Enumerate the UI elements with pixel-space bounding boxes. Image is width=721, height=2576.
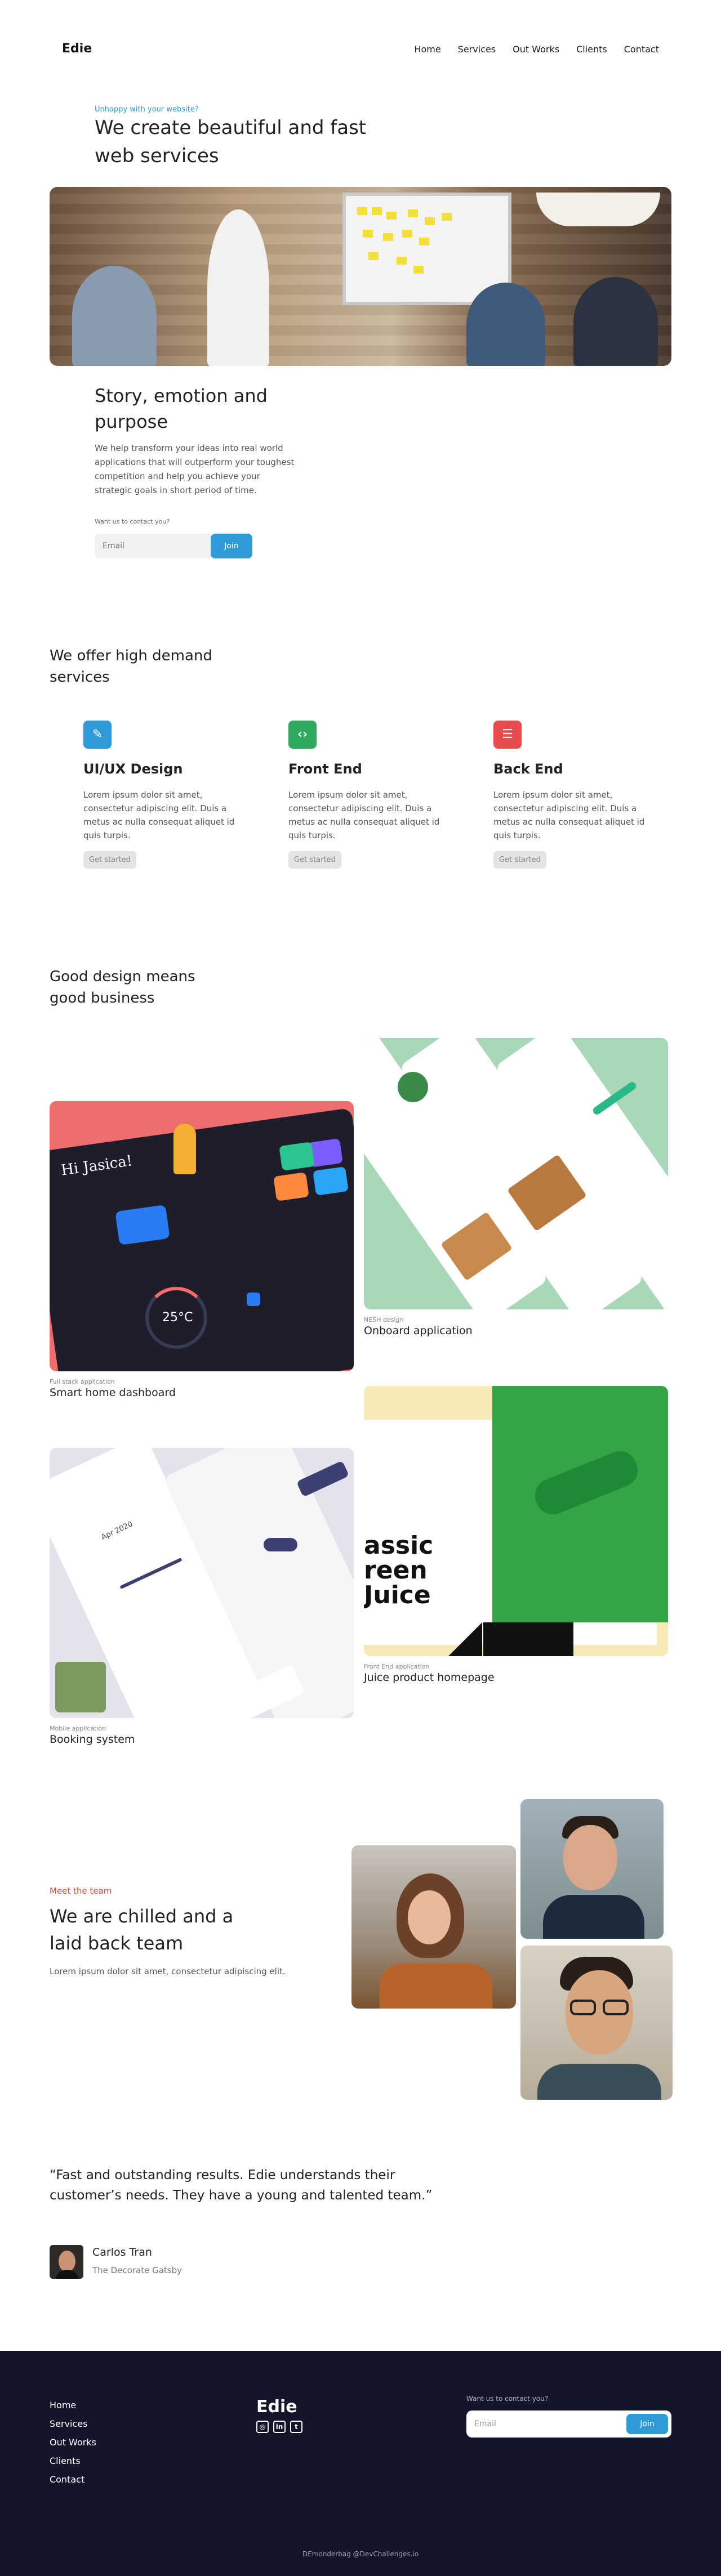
hero-title: We create beautiful and fast web service… [95,117,367,167]
lamp-shape [536,193,660,226]
work-name: Booking system [50,1733,135,1746]
site-header: Edie Home Services Out Works Clients Con… [0,0,721,101]
service-title: Back End [493,761,563,777]
service-text: Lorem ipsum dolor sit amet, consectetur … [83,790,235,840]
logo[interactable]: Edie [62,42,92,56]
nav-contact[interactable]: Contact [624,44,659,55]
instagram-icon[interactable]: ◎ [256,2421,269,2433]
service-card-uiux: ✎ UI/UX Design Lorem ipsum dolor sit ame… [83,721,235,869]
footer-logo[interactable]: Edie [256,2397,297,2417]
work-juice[interactable]: assic reen Juice Front End application J… [364,1386,668,1684]
work-smart-home[interactable]: Hi Jasica! 25°C Full stack application S… [50,1101,354,1399]
team-text: Lorem ipsum dolor sit amet, consectetur … [50,1966,286,1976]
social-links: ◎ in t [256,2421,302,2433]
service-card-frontend: ‹› Front End Lorem ipsum dolor sit amet,… [288,721,440,869]
hero-email-form: Join [95,534,252,558]
juice-thumbnail: assic reen Juice [364,1386,668,1656]
juice-headline: assic reen Juice [364,1531,434,1609]
get-started-button[interactable]: Get started [288,851,341,869]
smart-home-thumbnail: Hi Jasica! 25°C [50,1101,354,1371]
pencil-icon: ✎ [83,721,112,749]
footer-nav-clients[interactable]: Clients [50,2452,96,2470]
nav-home[interactable]: Home [414,44,440,55]
site-footer: Home Services Out Works Clients Contact … [0,2351,721,2576]
hero-eyebrow: Unhappy with your website? [95,105,199,114]
story-text: We help transform your ideas into real w… [95,443,295,495]
nav-services[interactable]: Services [458,44,496,55]
twitter-icon[interactable]: t [290,2421,302,2433]
portfolio-title: Good design means good business [50,968,195,1007]
footer-nav: Home Services Out Works Clients Contact [50,2396,96,2489]
service-card-backend: ☰ Back End Lorem ipsum dolor sit amet, c… [493,721,646,869]
footer-email-input[interactable]: Email [474,2410,496,2438]
team-eyebrow: Meet the team [50,1886,112,1896]
work-booking[interactable]: Apr 2020 Mobile application Booking syst… [50,1448,354,1746]
hero-image [50,187,671,366]
work-name: Smart home dashboard [50,1387,176,1399]
team-photo-man-smiling [520,1799,664,1939]
story-title: Story, emotion and purpose [95,385,268,432]
page: Edie Home Services Out Works Clients Con… [0,0,721,2576]
linkedin-icon[interactable]: in [273,2421,286,2433]
dashboard-temperature: 25°C [162,1311,193,1325]
work-category: Front End application [364,1663,430,1670]
service-title: UI/UX Design [83,761,183,777]
footer-join-button[interactable]: Join [626,2414,668,2434]
testimonial-name: Carlos Tran [92,2246,152,2259]
nav-clients[interactable]: Clients [576,44,607,55]
server-icon: ☰ [493,721,522,749]
team-photo-man-glasses [520,1946,673,2100]
testimonial-company: The Decorate Gatsby [92,2265,183,2275]
work-category: Mobile application [50,1725,106,1732]
footer-credit: DEmonderbag @DevChallenges.io [302,2550,419,2558]
contact-label: Want us to contact you? [95,518,170,525]
nav-works[interactable]: Out Works [513,44,559,55]
work-name: Onboard application [364,1325,473,1337]
footer-email-form: Email Join [466,2410,671,2438]
onboard-thumbnail [364,1038,668,1309]
service-text: Lorem ipsum dolor sit amet, consectetur … [288,790,440,840]
footer-nav-works[interactable]: Out Works [50,2433,96,2452]
footer-nav-home[interactable]: Home [50,2396,96,2414]
footer-nav-services[interactable]: Services [50,2414,96,2433]
work-category: Full stack application [50,1378,115,1385]
email-input[interactable] [95,534,221,558]
get-started-button[interactable]: Get started [493,851,546,869]
join-button[interactable]: Join [211,534,252,558]
testimonial-quote: “Fast and outstanding results. Edie unde… [50,2168,433,2203]
main-nav: Home Services Out Works Clients Contact [414,44,659,55]
booking-thumbnail: Apr 2020 [50,1448,354,1718]
service-title: Front End [288,761,362,777]
avatar [50,2245,83,2279]
get-started-button[interactable]: Get started [83,851,136,869]
footer-nav-contact[interactable]: Contact [50,2470,96,2489]
team-photo-woman [351,1845,516,2009]
team-title: We are chilled and a laid back team [50,1906,234,1954]
work-onboard[interactable]: NESH design Onboard application [364,1038,668,1337]
services-title: We offer high demand services [50,647,212,686]
footer-contact-label: Want us to contact you? [466,2395,549,2403]
work-name: Juice product homepage [364,1671,495,1684]
service-text: Lorem ipsum dolor sit amet, consectetur … [493,790,645,840]
code-icon: ‹› [288,721,317,749]
work-category: NESH design [364,1316,404,1323]
